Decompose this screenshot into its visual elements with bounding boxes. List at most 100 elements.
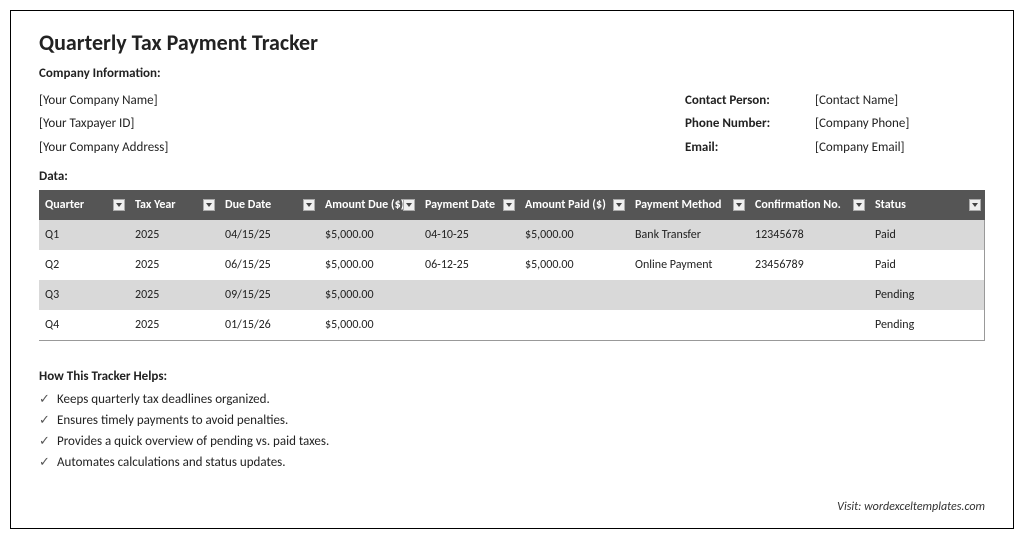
help-item-text: Automates calculations and status update… [57, 455, 286, 470]
cell-payment_method: Online Payment [629, 250, 749, 280]
cell-payment_date [419, 310, 519, 341]
th-confirmation[interactable]: Confirmation No. [749, 190, 869, 220]
th-payment-date[interactable]: Payment Date [419, 190, 519, 220]
filter-dropdown-icon[interactable] [853, 199, 865, 211]
helps-title: How This Tracker Helps: [39, 369, 985, 384]
th-payment-method[interactable]: Payment Method [629, 190, 749, 220]
cell-amount_due: $5,000.00 [319, 310, 419, 341]
cell-tax_year: 2025 [129, 280, 219, 310]
company-name: [Your Company Name] [39, 89, 168, 112]
filter-dropdown-icon[interactable] [969, 199, 981, 211]
th-amount-due[interactable]: Amount Due ($) [319, 190, 419, 220]
th-payment-method-label: Payment Method [635, 198, 721, 212]
filter-dropdown-icon[interactable] [613, 199, 625, 211]
table-row: Q4202501/15/26$5,000.00 Pending [39, 310, 985, 341]
cell-status: Paid [869, 250, 985, 280]
th-amount-paid-label: Amount Paid ($) [525, 198, 606, 212]
cell-quarter: Q3 [39, 280, 129, 310]
help-item: ✓ Keeps quarterly tax deadlines organized… [39, 390, 985, 411]
th-tax-year[interactable]: Tax Year [129, 190, 219, 220]
page-title: Quarterly Tax Payment Tracker [39, 29, 985, 56]
cell-payment_method [629, 280, 749, 310]
help-item: ✓ Provides a quick overview of pending vs… [39, 432, 985, 453]
phone-label: Phone Number: [685, 112, 815, 135]
th-quarter[interactable]: Quarter [39, 190, 129, 220]
table-header-row: Quarter Tax Year Due Date Amount Due ($)… [39, 190, 985, 220]
cell-due_date: 06/15/25 [219, 250, 319, 280]
company-info-left: [Your Company Name] [Your Taxpayer ID] [… [39, 89, 168, 159]
company-info-block: [Your Company Name] [Your Taxpayer ID] [… [39, 89, 985, 159]
cell-confirmation [749, 310, 869, 341]
cell-status: Pending [869, 310, 985, 341]
data-section-label: Data: [39, 169, 985, 184]
filter-dropdown-icon[interactable] [203, 199, 215, 211]
contact-person-value: [Contact Name] [815, 89, 898, 112]
th-amount-paid[interactable]: Amount Paid ($) [519, 190, 629, 220]
cell-status: Paid [869, 220, 985, 250]
cell-amount_due: $5,000.00 [319, 250, 419, 280]
cell-due_date: 01/15/26 [219, 310, 319, 341]
taxpayer-id: [Your Taxpayer ID] [39, 112, 168, 135]
cell-payment_date: 06-12-25 [419, 250, 519, 280]
cell-quarter: Q2 [39, 250, 129, 280]
cell-status: Pending [869, 280, 985, 310]
payments-table: Quarter Tax Year Due Date Amount Due ($)… [39, 190, 985, 341]
cell-due_date: 09/15/25 [219, 280, 319, 310]
help-item-text: Keeps quarterly tax deadlines organized. [57, 392, 270, 407]
cell-payment_method: Bank Transfer [629, 220, 749, 250]
table-row: Q1202504/15/25$5,000.0004-10-25$5,000.00… [39, 220, 985, 250]
company-address: [Your Company Address] [39, 136, 168, 159]
th-quarter-label: Quarter [45, 198, 84, 212]
help-item: ✓ Ensures timely payments to avoid penalt… [39, 411, 985, 432]
company-info-label: Company Information: [39, 66, 985, 81]
cell-amount_paid [519, 310, 629, 341]
table-row: Q3202509/15/25$5,000.00 Pending [39, 280, 985, 310]
helps-section: How This Tracker Helps: ✓ Keeps quarterly… [39, 369, 985, 473]
cell-confirmation: 23456789 [749, 250, 869, 280]
th-amount-due-label: Amount Due ($) [325, 198, 404, 212]
cell-amount_paid [519, 280, 629, 310]
cell-tax_year: 2025 [129, 310, 219, 341]
check-icon: ✓ [39, 453, 53, 474]
filter-dropdown-icon[interactable] [503, 199, 515, 211]
filter-dropdown-icon[interactable] [113, 199, 125, 211]
footer-credit: Visit: wordexceltemplates.com [837, 500, 985, 514]
th-tax-year-label: Tax Year [135, 198, 176, 212]
cell-quarter: Q1 [39, 220, 129, 250]
th-due-date-label: Due Date [225, 198, 271, 212]
cell-amount_due: $5,000.00 [319, 280, 419, 310]
cell-amount_due: $5,000.00 [319, 220, 419, 250]
cell-payment_date [419, 280, 519, 310]
cell-amount_paid: $5,000.00 [519, 250, 629, 280]
check-icon: ✓ [39, 411, 53, 432]
help-item-text: Provides a quick overview of pending vs.… [57, 434, 329, 449]
th-status[interactable]: Status [869, 190, 985, 220]
help-item: ✓ Automates calculations and status updat… [39, 453, 985, 474]
filter-dropdown-icon[interactable] [403, 199, 415, 211]
filter-dropdown-icon[interactable] [303, 199, 315, 211]
th-due-date[interactable]: Due Date [219, 190, 319, 220]
company-info-right: Contact Person: [Contact Name] Phone Num… [685, 89, 985, 159]
contact-person-label: Contact Person: [685, 89, 815, 112]
th-payment-date-label: Payment Date [425, 198, 495, 212]
cell-tax_year: 2025 [129, 250, 219, 280]
cell-amount_paid: $5,000.00 [519, 220, 629, 250]
th-confirmation-label: Confirmation No. [755, 198, 841, 212]
th-status-label: Status [875, 198, 906, 212]
email-label: Email: [685, 136, 815, 159]
cell-payment_date: 04-10-25 [419, 220, 519, 250]
cell-due_date: 04/15/25 [219, 220, 319, 250]
help-item-text: Ensures timely payments to avoid penalti… [57, 413, 288, 428]
email-value: [Company Email] [815, 136, 905, 159]
cell-quarter: Q4 [39, 310, 129, 341]
cell-confirmation: 12345678 [749, 220, 869, 250]
cell-payment_method [629, 310, 749, 341]
check-icon: ✓ [39, 432, 53, 453]
check-icon: ✓ [39, 390, 53, 411]
table-row: Q2202506/15/25$5,000.0006-12-25$5,000.00… [39, 250, 985, 280]
cell-confirmation [749, 280, 869, 310]
phone-value: [Company Phone] [815, 112, 909, 135]
document-page: Quarterly Tax Payment Tracker Company In… [10, 10, 1014, 529]
filter-dropdown-icon[interactable] [733, 199, 745, 211]
cell-tax_year: 2025 [129, 220, 219, 250]
